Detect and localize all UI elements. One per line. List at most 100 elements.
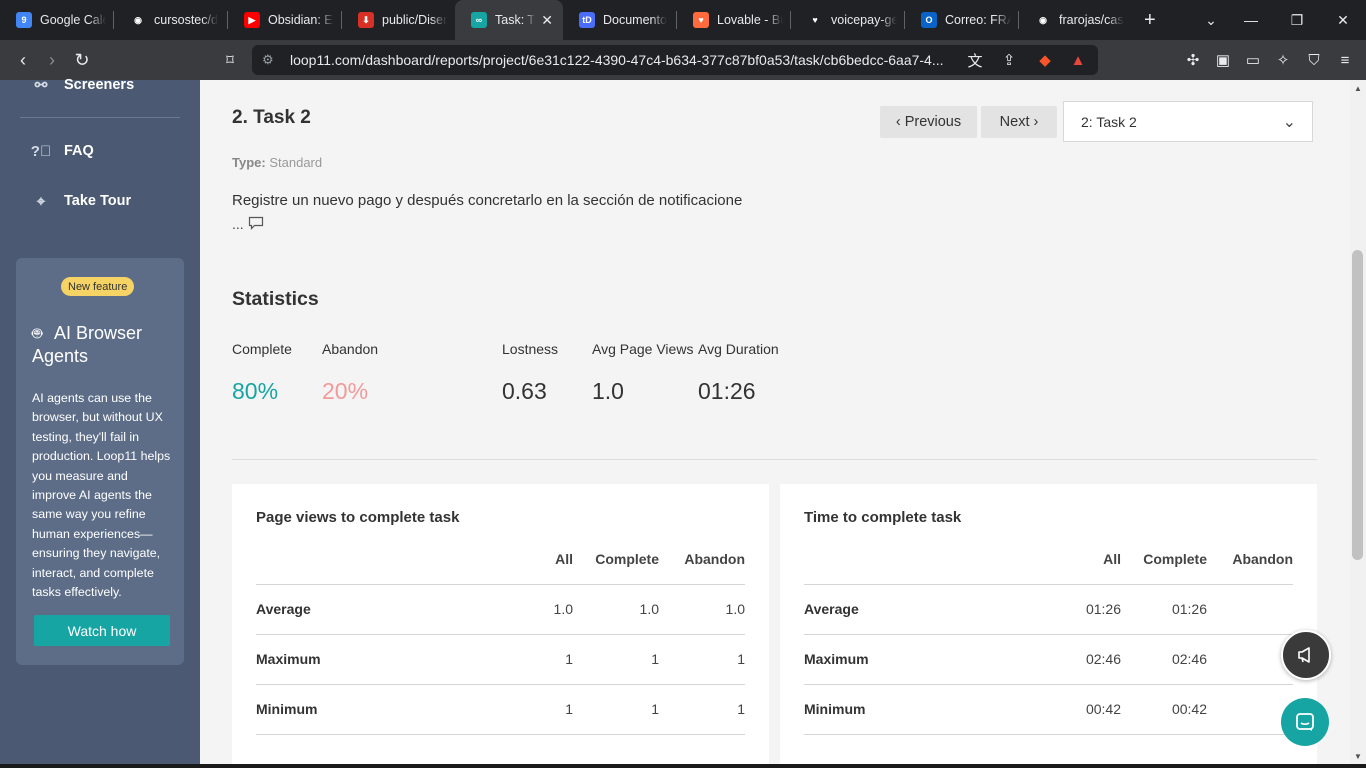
page-views-card-title: Page views to complete task: [256, 509, 460, 526]
sidebar-toggle-icon[interactable]: ▣: [1208, 40, 1238, 80]
task-type-value: Standard: [269, 155, 323, 170]
column-header: All: [1103, 551, 1121, 567]
url-text: loop11.com/dashboard/reports/project/6e3…: [290, 52, 944, 68]
time-card-title: Time to complete task: [804, 509, 962, 526]
stat-value: 1.0: [592, 378, 624, 404]
voicepay-heart-icon: ♥: [812, 15, 818, 25]
sidebar-item-label: Screeners: [64, 77, 135, 93]
browser-tab-label: Documento: [603, 13, 667, 27]
table-cell: 01:26: [1171, 601, 1207, 617]
sidebar-item-take-tour[interactable]: ⌖ Take Tour: [30, 191, 131, 211]
table-header-divider: [804, 584, 1293, 585]
sidebar-item-screeners[interactable]: ⚯ Screeners: [30, 75, 134, 95]
browser-tab-label: Correo: FRA: [945, 13, 1011, 27]
table-cell: 1: [565, 651, 573, 667]
brave-shields-icon[interactable]: ◆: [1030, 40, 1060, 80]
column-header: All: [555, 551, 573, 567]
watch-how-button[interactable]: Watch how: [34, 615, 170, 646]
browser-tab[interactable]: ▶ Obsidian: El: [228, 0, 341, 40]
browser-tab[interactable]: ∞ Task: Ta ✕: [455, 0, 563, 40]
table-row-divider: [804, 734, 1293, 735]
task-title: 2. Task 2: [232, 107, 311, 128]
forward-arrow-icon[interactable]: ›: [37, 40, 67, 80]
chat-icon: [1296, 713, 1314, 731]
table-row-divider: [804, 634, 1293, 635]
github-icon: ◉: [134, 14, 142, 25]
promo-body: AI agents can use the browser, but witho…: [32, 391, 171, 600]
column-header: Abandon: [684, 551, 745, 567]
close-window-button[interactable]: ✕: [1320, 0, 1366, 40]
location-pin-icon: ⌖: [36, 192, 46, 210]
scroll-down-arrow-icon[interactable]: ▼: [1352, 752, 1364, 762]
table-cell: 1.0: [639, 601, 659, 617]
wallet-icon[interactable]: ▭: [1238, 40, 1268, 80]
github-icon: ◉: [1039, 14, 1047, 25]
description-ellipsis[interactable]: ...: [232, 216, 244, 232]
time-card: [780, 484, 1317, 768]
browser-tab[interactable]: O Correo: FRA: [905, 0, 1018, 40]
vpn-icon[interactable]: ⛉: [1299, 40, 1329, 80]
maximize-button[interactable]: ❐: [1274, 0, 1320, 40]
browser-tab[interactable]: tD Documento: [563, 0, 676, 40]
menu-icon[interactable]: ≡: [1330, 40, 1360, 80]
browser-tab[interactable]: ♥ voicepay-ge: [791, 0, 904, 40]
scroll-up-arrow-icon[interactable]: ▲: [1352, 84, 1364, 94]
browser-tab-label: Lovable - Bu: [717, 13, 783, 27]
translate-icon[interactable]: 文: [960, 40, 990, 80]
window-bottom-edge: [0, 764, 1366, 768]
browser-tab-bar: 9 Google Cale ◉ cursostec/d ▶ Obsidian: El ⬇ pu…: [0, 0, 1366, 40]
new-tab-button[interactable]: +: [1144, 9, 1156, 32]
table-row-divider: [256, 734, 745, 735]
sidebar-item-faq[interactable]: ?⃞ FAQ: [30, 141, 94, 161]
browser-tab-label: Task: Ta: [495, 13, 535, 27]
screeners-icon: ⚯: [34, 77, 48, 94]
previous-button[interactable]: ‹ Previous: [880, 106, 977, 138]
browser-tab[interactable]: ⬇ public/Diser: [342, 0, 455, 40]
announcement-button[interactable]: [1281, 630, 1331, 680]
browser-tab[interactable]: ♥ Lovable - Bu: [677, 0, 790, 40]
minimize-button[interactable]: —: [1228, 0, 1274, 40]
browser-tab[interactable]: ◉ frarojas/cas: [1019, 0, 1132, 40]
stat-label: Complete: [232, 341, 292, 357]
question-icon: ?⃞: [30, 142, 52, 160]
brave-rewards-icon[interactable]: ▲: [1063, 40, 1093, 80]
browser-tab[interactable]: 9 Google Cale: [0, 0, 113, 40]
site-info-icon[interactable]: ⚙: [262, 52, 274, 68]
extensions-icon[interactable]: ✣: [1178, 40, 1208, 80]
next-button[interactable]: Next ›: [981, 106, 1057, 138]
table-cell: 1.0: [725, 601, 745, 617]
td-icon: tD: [579, 12, 595, 28]
robot-icon: 🤖︎: [32, 324, 43, 343]
comment-icon[interactable]: [248, 216, 264, 230]
table-cell: 1: [651, 651, 659, 667]
table-cell: 02:46: [1085, 651, 1121, 667]
table-cell: 1: [565, 701, 573, 717]
section-divider: [232, 459, 1317, 460]
table-row-label: Average: [804, 601, 859, 617]
share-icon[interactable]: ⇪: [994, 40, 1024, 80]
stat-value: 01:26: [698, 378, 756, 404]
reload-icon[interactable]: ↻: [67, 40, 97, 80]
stat-label: Avg Duration: [698, 341, 779, 357]
browser-tab[interactable]: ◉ cursostec/d: [114, 0, 227, 40]
youtube-icon: ▶: [244, 12, 260, 28]
table-cell: 02:46: [1171, 651, 1207, 667]
chat-button[interactable]: [1281, 698, 1329, 746]
table-row-label: Average: [256, 601, 311, 617]
back-arrow-icon[interactable]: ‹: [8, 40, 38, 80]
pdf-icon: ⬇: [358, 12, 374, 28]
task-description: Registre un nuevo pago y después concret…: [232, 192, 743, 209]
leo-ai-icon[interactable]: ✧: [1268, 40, 1298, 80]
scrollbar-thumb[interactable]: [1352, 250, 1363, 560]
task-type: Type: Standard: [232, 155, 322, 170]
chevron-left-icon: ‹: [895, 114, 901, 130]
close-tab-icon[interactable]: ✕: [541, 12, 553, 29]
table-row-divider: [256, 634, 745, 635]
sidebar-divider: [20, 117, 180, 118]
next-label: Next: [999, 114, 1030, 130]
task-select[interactable]: 2: Task 2 ⌄: [1063, 101, 1313, 142]
browser-tab-label: cursostec/d: [154, 13, 218, 27]
chevron-right-icon: ›: [1033, 114, 1039, 130]
table-cell: 1: [737, 701, 745, 717]
bookmark-icon[interactable]: ⌑: [215, 40, 245, 80]
